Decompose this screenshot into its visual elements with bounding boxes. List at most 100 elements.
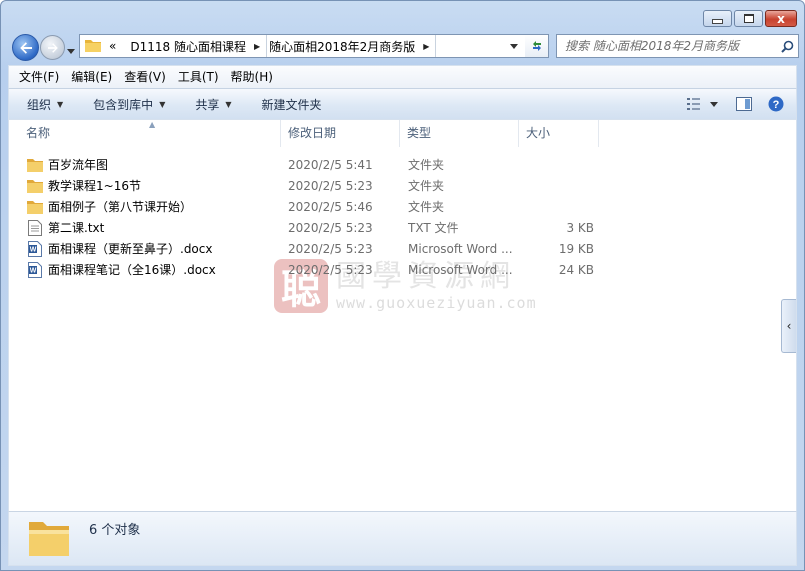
file-name: 百岁流年图: [48, 158, 109, 172]
menu-tools[interactable]: 工具(T): [172, 66, 225, 88]
include-library-button[interactable]: 包含到库中 ▼: [75, 90, 177, 118]
folder-icon: [27, 518, 71, 561]
svg-text:W: W: [30, 246, 37, 253]
file-name-cell[interactable]: 第二课.txt: [9, 219, 281, 236]
breadcrumb-arrow-icon[interactable]: ▶: [423, 42, 429, 51]
folder-icon: [85, 38, 101, 55]
recent-pages-dropdown[interactable]: [67, 43, 75, 57]
breadcrumb-segment-current[interactable]: 随心面相2018年2月商务版: [267, 35, 417, 57]
breadcrumb-arrow-icon[interactable]: ▶: [254, 42, 260, 51]
column-size-label: 大小: [526, 126, 551, 140]
column-size[interactable]: 大小: [519, 120, 599, 147]
share-label: 共享: [195, 97, 220, 112]
watermark-url: www.guoxueziyuan.com: [336, 294, 537, 312]
file-rows: 百岁流年图 2020/2/5 5:41 文件夹 教学课程1~16节 2020/2/5 5…: [9, 154, 796, 280]
file-type: 文件夹: [408, 179, 445, 193]
chevron-left-icon: ‹: [786, 319, 792, 333]
item-count: 6 个对象: [89, 523, 141, 538]
txt-file-icon: [27, 219, 43, 236]
file-name-cell[interactable]: W 面相课程笔记（全16课）.docx: [9, 261, 281, 278]
file-name: 面相课程（更新至鼻子）.docx: [48, 242, 213, 256]
preview-pane-button[interactable]: [726, 90, 762, 118]
menu-help[interactable]: 帮助(H): [225, 66, 279, 88]
file-date: 2020/2/5 5:23: [288, 262, 373, 277]
file-row[interactable]: 第二课.txt 2020/2/5 5:23 TXT 文件 3 KB: [9, 217, 796, 238]
details-view-icon: [687, 98, 700, 110]
forward-button[interactable]: [40, 35, 65, 60]
column-header: 名称 ▲ 修改日期 类型 大小: [9, 120, 796, 147]
maximize-icon: [743, 14, 754, 23]
share-button[interactable]: 共享 ▼: [177, 90, 243, 118]
chevron-down-icon: [710, 101, 718, 107]
explorer-window: x « D1118 随心面相课程 ▶ 随心面相2018年2月商务版 ▶ 搜索 随…: [0, 0, 805, 571]
minimize-button[interactable]: [703, 10, 732, 27]
close-button[interactable]: x: [765, 10, 797, 27]
file-row[interactable]: 百岁流年图 2020/2/5 5:41 文件夹: [9, 154, 796, 175]
details-pane: 6 个对象: [8, 511, 797, 566]
organize-button[interactable]: 组织 ▼: [9, 90, 75, 118]
breadcrumb-segment-course[interactable]: D1118 随心面相课程: [128, 35, 248, 57]
menu-bar: 文件(F) 编辑(E) 查看(V) 工具(T) 帮助(H): [8, 65, 797, 88]
file-row[interactable]: 面相例子（第八节课开始） 2020/2/5 5:46 文件夹: [9, 196, 796, 217]
help-icon: ?: [768, 96, 784, 112]
new-folder-label: 新建文件夹: [261, 97, 322, 112]
chevron-down-icon: ▼: [57, 99, 64, 109]
organize-label: 组织: [27, 97, 52, 112]
file-size: 19 KB: [558, 241, 594, 256]
preview-pane-icon: [736, 97, 752, 111]
view-options-dropdown[interactable]: [708, 90, 726, 118]
folder-icon: [27, 199, 43, 215]
column-name-label: 名称: [26, 126, 51, 140]
arrow-left-icon: [19, 41, 32, 54]
search-box[interactable]: [556, 34, 799, 58]
address-dropdown[interactable]: [505, 35, 523, 57]
file-row[interactable]: W 面相课程笔记（全16课）.docx 2020/2/5 5:23 Microsoft…: [9, 259, 796, 280]
word-doc-icon: W: [27, 261, 43, 278]
word-doc-icon: W: [27, 240, 43, 257]
column-type[interactable]: 类型: [400, 120, 519, 147]
menu-view[interactable]: 查看(V): [118, 66, 172, 88]
arrow-right-icon: [47, 42, 58, 53]
change-view-button[interactable]: [680, 90, 708, 118]
chevron-down-icon: ▼: [225, 99, 232, 109]
svg-text:W: W: [30, 267, 37, 274]
file-date: 2020/2/5 5:23: [288, 178, 373, 193]
file-size: 3 KB: [566, 220, 594, 235]
file-name: 第二课.txt: [48, 221, 105, 235]
file-name-cell[interactable]: W 面相课程（更新至鼻子）.docx: [9, 240, 281, 257]
file-row[interactable]: 教学课程1~16节 2020/2/5 5:23 文件夹: [9, 175, 796, 196]
file-date: 2020/2/5 5:23: [288, 241, 373, 256]
navigation-bar: « D1118 随心面相课程 ▶ 随心面相2018年2月商务版 ▶: [1, 33, 804, 61]
expand-pane-button[interactable]: ‹: [781, 299, 796, 353]
chevron-down-icon: [67, 49, 75, 54]
minimize-icon: [712, 18, 723, 24]
close-icon: x: [777, 11, 785, 26]
include-library-label: 包含到库中: [93, 97, 154, 112]
new-folder-button[interactable]: 新建文件夹: [244, 90, 334, 118]
file-name: 教学课程1~16节: [48, 179, 141, 193]
refresh-button[interactable]: [525, 34, 549, 58]
column-type-label: 类型: [407, 126, 432, 140]
back-button[interactable]: [12, 34, 39, 61]
file-date: 2020/2/5 5:41: [288, 157, 373, 172]
search-input[interactable]: [557, 36, 776, 56]
command-bar: 组织 ▼ 包含到库中 ▼ 共享 ▼ 新建文件夹 ?: [8, 88, 797, 120]
folder-icon: [27, 157, 43, 173]
address-overflow[interactable]: «: [107, 35, 118, 57]
search-icon[interactable]: [776, 40, 798, 53]
maximize-button[interactable]: [734, 10, 763, 27]
file-name-cell[interactable]: 百岁流年图: [9, 156, 281, 173]
file-name-cell[interactable]: 教学课程1~16节: [9, 177, 281, 194]
column-date-label: 修改日期: [288, 126, 337, 140]
menu-file[interactable]: 文件(F): [13, 66, 65, 88]
menu-edit[interactable]: 编辑(E): [65, 66, 118, 88]
file-name: 面相例子（第八节课开始）: [48, 200, 193, 214]
help-button[interactable]: ?: [762, 90, 796, 118]
column-date[interactable]: 修改日期: [281, 120, 400, 147]
column-name[interactable]: 名称 ▲: [9, 120, 281, 147]
file-list-pane: 名称 ▲ 修改日期 类型 大小 聪 國學資源網 www.guoxueziyuan…: [8, 120, 797, 511]
file-row[interactable]: W 面相课程（更新至鼻子）.docx 2020/2/5 5:23 Microsoft …: [9, 238, 796, 259]
file-type: 文件夹: [408, 158, 445, 172]
file-name-cell[interactable]: 面相例子（第八节课开始）: [9, 198, 281, 215]
address-bar[interactable]: « D1118 随心面相课程 ▶ 随心面相2018年2月商务版 ▶: [79, 34, 548, 58]
